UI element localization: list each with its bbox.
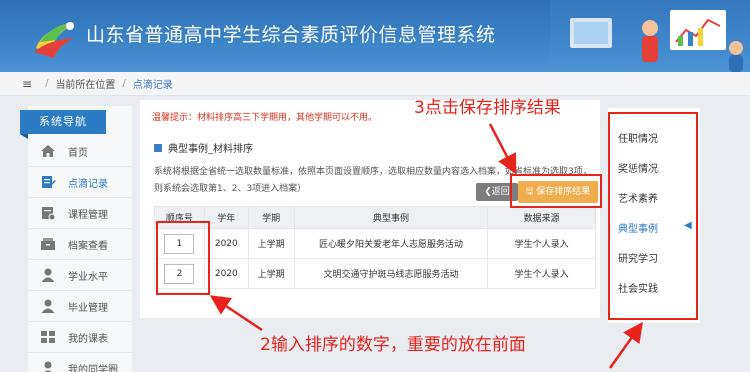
- annotation-box-order: [156, 221, 210, 295]
- table-row: 2020 上学期 匠心暖夕阳关爱老年人志愿服务活动 学生个人录入: [154, 228, 596, 259]
- breadcrumb-separator: /: [122, 78, 126, 89]
- table-header-row: 顺序号 学年 学期 典型事例 数据来源: [154, 206, 596, 229]
- sidebar-item-label: 我的课表: [68, 333, 108, 345]
- sidebar: 系统导航 首页 点滴记录 课程管理 档案查看 学业水平 毕业管理 我的课表 我的…: [20, 106, 132, 372]
- sidebar-item-graduation[interactable]: 毕业管理: [28, 291, 132, 322]
- sidebar-item-label: 课程管理: [68, 209, 108, 221]
- breadcrumb-location-label: 当前所在位置: [55, 80, 116, 91]
- term-cell: 上学期: [247, 228, 295, 259]
- tip-text: 温馨提示：材料排序高三下学期用，其他学期可以不用。: [152, 113, 378, 123]
- source-cell: 学生个人录入: [487, 258, 596, 289]
- breadcrumb-separator: /: [45, 78, 49, 89]
- section-marker-icon: [154, 143, 162, 152]
- schedule-icon: [41, 331, 55, 343]
- sidebar-item-label: 点滴记录: [68, 178, 108, 190]
- annotation-box-save: [510, 174, 602, 208]
- sidebar-item-label: 档案查看: [68, 240, 108, 252]
- archive-icon: [41, 238, 55, 250]
- term-cell: 上学期: [247, 258, 295, 289]
- user-icon: [41, 268, 55, 282]
- sidebar-item-label: 我的同学圈: [68, 364, 118, 372]
- sidebar-item-courses[interactable]: 课程管理: [28, 198, 132, 229]
- menu-icon[interactable]: ≡: [22, 77, 32, 91]
- annotation-box-categories: [608, 112, 698, 320]
- source-cell: 学生个人录入: [487, 228, 596, 259]
- sidebar-item-label: 首页: [68, 147, 88, 159]
- year-cell: 2020: [203, 228, 249, 259]
- sidebar-item-label: 毕业管理: [68, 302, 108, 314]
- app-header: 山东省普通高中学生综合素质评价信息管理系统: [0, 0, 750, 72]
- sidebar-item-archive[interactable]: 档案查看: [28, 229, 132, 260]
- sidebar-heading: 系统导航: [20, 110, 106, 139]
- home-icon: [41, 145, 55, 157]
- user-icon: [44, 361, 52, 372]
- annotation-step2: 2输入排序的数字，重要的放在前面: [260, 335, 526, 355]
- breadcrumb-current[interactable]: 点滴记录: [133, 76, 173, 91]
- column-header: 典型事例: [293, 206, 489, 229]
- event-cell: 匠心暖夕阳关爱老年人志愿服务活动: [293, 228, 489, 259]
- breadcrumb: ≡ / 当前所在位置 / 点滴记录: [0, 72, 750, 96]
- events-table: 顺序号 学年 学期 典型事例 数据来源 2020 上学期 匠心暖夕阳关爱老年人志…: [154, 206, 596, 289]
- table-row: 2020 上学期 文明交通守护斑马线志愿服务活动 学生个人录入: [154, 258, 596, 289]
- sidebar-item-home[interactable]: 首页: [28, 136, 132, 167]
- sidebar-nav: 首页 点滴记录 课程管理 档案查看 学业水平 毕业管理 我的课表 我的同学圈: [28, 136, 132, 372]
- year-cell: 2020: [203, 258, 249, 289]
- sidebar-item-schedule[interactable]: 我的课表: [28, 322, 132, 353]
- back-button-label: 返回: [491, 187, 510, 197]
- column-header: 学期: [247, 206, 295, 229]
- arrow-to-categories: [608, 321, 643, 369]
- logo-icon: [34, 22, 76, 58]
- edit-icon: [42, 176, 56, 188]
- app-title: 山东省普通高中学生综合素质评价信息管理系统: [86, 24, 496, 46]
- sidebar-item-records[interactable]: 点滴记录: [28, 167, 132, 198]
- chevron-left-icon: ❮: [484, 187, 492, 197]
- column-header: 学年: [203, 206, 249, 229]
- sidebar-item-label: 学业水平: [68, 271, 108, 283]
- event-cell: 文明交通守护斑马线志愿服务活动: [293, 258, 489, 289]
- annotation-step3: 3点击保存排序结果: [414, 98, 561, 118]
- sidebar-item-classmates[interactable]: 我的同学圈: [28, 353, 132, 372]
- section-title-text: 典型事例_材料排序: [168, 144, 253, 155]
- column-header: 数据来源: [487, 206, 596, 229]
- header-illustration: [550, 0, 750, 72]
- section-title: 典型事例_材料排序: [154, 140, 253, 155]
- sidebar-item-academic[interactable]: 学业水平: [28, 260, 132, 291]
- user-icon: [41, 299, 55, 313]
- course-icon: [42, 207, 56, 221]
